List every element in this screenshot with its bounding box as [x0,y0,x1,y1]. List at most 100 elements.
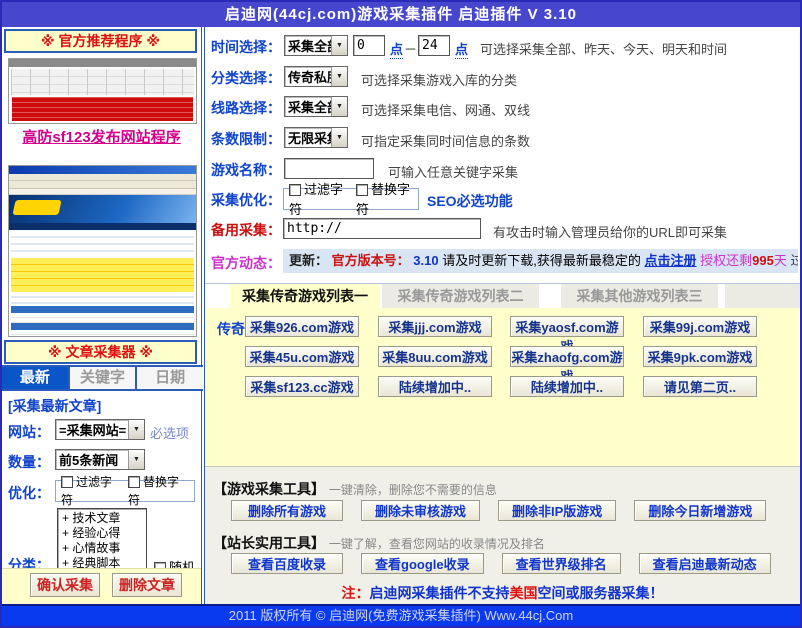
tab-game-list-3[interactable]: 采集其他游戏列表三 [561,284,718,309]
filter-checkbox[interactable] [61,476,73,488]
tab-latest[interactable]: 最新 [2,367,70,389]
game-collect-button[interactable]: 请见第二页.. [643,376,757,397]
hour-to-input[interactable] [418,35,450,56]
site-select[interactable]: =采集网站= ▼ [55,419,145,440]
promo-screenshot-top[interactable] [8,58,197,124]
category-row: 分类选择： 传奇私服 ▼ 可选择采集游戏入库的分类 [205,66,800,90]
site-tools-title: 【站长实用工具】 一键了解，查看您网站的收录情况及排名 [213,533,545,553]
game-name-input[interactable] [284,158,374,179]
dropdown-arrow-icon[interactable]: ▼ [128,450,144,469]
tab-filler [725,284,800,309]
game-tools-title-text: 【游戏采集工具】 [213,481,325,497]
game-collect-button[interactable]: 采集45u.com游戏 [245,346,359,367]
optimize-label: 优化： [8,483,50,503]
dropdown-arrow-icon[interactable]: ▼ [128,420,144,439]
dropdown-arrow-icon[interactable]: ▼ [331,67,347,86]
time-label: 时间选择： [211,37,285,57]
filter-checkbox[interactable] [289,184,301,196]
delete-all-games-button[interactable]: 删除所有游戏 [231,500,343,521]
confirm-collect-button[interactable]: 确认采集 [30,573,100,597]
category-listbox[interactable]: + 技术文章 + 经验心得 + 心情故事 + 经典脚本 [57,508,147,574]
app-window: 启迪网(44cj.com)游戏采集插件 启迪插件 V 3.10 ※ 官方推荐程序… [0,0,802,628]
screenshot-art [11,330,194,337]
news-text: 请及时更新下载,获得最新最稳定的 [442,253,641,268]
note-prefix: 注： [342,585,370,601]
promo-screenshot-bottom[interactable] [8,165,197,337]
screenshot-art [11,258,194,292]
dropdown-arrow-icon[interactable]: ▼ [331,97,347,116]
dropdown-arrow-icon[interactable]: ▼ [331,36,347,55]
tab-date[interactable]: 日期 [137,367,203,389]
screenshot-art [11,306,194,313]
delete-today-new-button[interactable]: 删除今日新增游戏 [634,500,766,521]
site-tools-desc: 一键了解，查看您网站的收录情况及排名 [329,537,545,551]
time-select[interactable]: 采集全部 ▼ [284,35,348,56]
sidebar: ※ 官方推荐程序 ※ 高防sf123发布网站程序 ※ 文章采集器 ※ 最新 关 [2,27,205,604]
tab-game-list-2[interactable]: 采集传奇游戏列表二 [382,284,539,309]
news-update: 更新： [289,253,328,268]
hour-from-input[interactable] [353,35,385,56]
check-rank-button[interactable]: 查看世界级排名 [502,553,621,574]
note-part2: 空间或服务器采集！ [538,585,664,601]
game-tools-desc: 一键清除，删除您不需要的信息 [329,483,497,497]
screenshot-art [9,166,196,174]
check-news-button[interactable]: 查看启迪最新动态 [639,553,771,574]
backup-url-input[interactable] [283,218,481,239]
game-collect-button[interactable]: 陆续增加中.. [510,376,624,397]
game-name-label: 游戏名称： [211,160,285,180]
game-collect-button[interactable]: 采集jjj.com游戏 [378,316,492,337]
section-title: [采集最新文章] [8,396,101,416]
game-collect-button[interactable]: 采集yaosf.com游戏 [510,316,624,337]
screenshot-art [11,292,194,306]
site-tools-buttons: 查看百度收录 查看google收录 查看世界级排名 查看启迪最新动态 [231,553,771,574]
backup-label: 备用采集： [211,220,285,240]
replace-checkbox[interactable] [128,476,140,488]
game-collect-button[interactable]: 采集zhaofg.com游戏 [510,346,624,367]
copyright-text: 2011 版权所有 © 启迪网(免费游戏采集插件) Www.44cj.Com [229,608,574,623]
promo-link[interactable]: 高防sf123发布网站程序 [2,126,201,147]
delete-unreviewed-button[interactable]: 删除未审核游戏 [361,500,480,521]
limit-label: 条数限制： [211,129,285,149]
list-item[interactable]: + 经验心得 [62,526,142,541]
line-select[interactable]: 采集全部 ▼ [284,96,348,117]
required-hint: 必选项 [150,423,189,442]
category-select[interactable]: 传奇私服 ▼ [284,66,348,87]
article-tabs: 最新 关键字 日期 [2,365,203,391]
hour-from-unit[interactable]: 点 [390,39,403,59]
footer-bar: 2011 版权所有 © 启迪网(免费游戏采集插件) Www.44cj.Com [2,604,800,626]
dropdown-arrow-icon[interactable]: ▼ [331,128,347,147]
list-item[interactable]: + 心情故事 [62,541,142,556]
delete-article-button[interactable]: 删除文章 [112,573,182,597]
screenshot-art [9,181,196,189]
game-collect-button[interactable]: 采集9pk.com游戏 [643,346,757,367]
replace-checkbox[interactable] [356,184,368,196]
delete-non-ip-button[interactable]: 删除非IP版游戏 [498,500,616,521]
expire-text: 过期 [790,253,798,268]
list-item[interactable]: + 技术文章 [62,511,142,526]
game-tools-title: 【游戏采集工具】 一键清除，删除您不需要的信息 [213,479,497,499]
game-collect-button[interactable]: 陆续增加中.. [378,376,492,397]
count-select[interactable]: 前5条新闻 ▼ [55,449,145,470]
game-collect-button[interactable]: 采集sf123.cc游戏 [245,376,359,397]
register-link[interactable]: 点击注册 [644,253,696,268]
check-google-button[interactable]: 查看google收录 [361,553,484,574]
legend-label: 传奇 [217,319,245,339]
tab-keyword[interactable]: 关键字 [70,367,138,389]
line-hint: 可选择采集电信、网通、双线 [361,100,530,119]
tab-game-list-1[interactable]: 采集传奇游戏列表一 [230,284,380,309]
game-collect-button[interactable]: 采集926.com游戏 [245,316,359,337]
line-select-value: 采集全部 [285,97,331,116]
hour-to-unit[interactable]: 点 [455,39,468,59]
game-collect-button[interactable]: 采集8uu.com游戏 [378,346,492,367]
auth-days: 995 [752,253,774,268]
collect-optimize-label: 采集优化： [211,190,285,210]
collect-optimize-box: 过滤字符 替换字符 [283,188,419,210]
category-select-value: 传奇私服 [285,67,331,86]
limit-row: 条数限制： 无限采集 ▼ 可指定采集同时间信息的条数 [205,127,800,151]
article-collector-header: ※ 文章采集器 ※ [4,340,197,364]
game-collect-button[interactable]: 采集99j.com游戏 [643,316,757,337]
news-version-label: 官方版本号： [332,253,410,268]
check-baidu-button[interactable]: 查看百度收录 [231,553,343,574]
limit-select[interactable]: 无限采集 ▼ [284,127,348,148]
time-dash: － [404,39,417,58]
